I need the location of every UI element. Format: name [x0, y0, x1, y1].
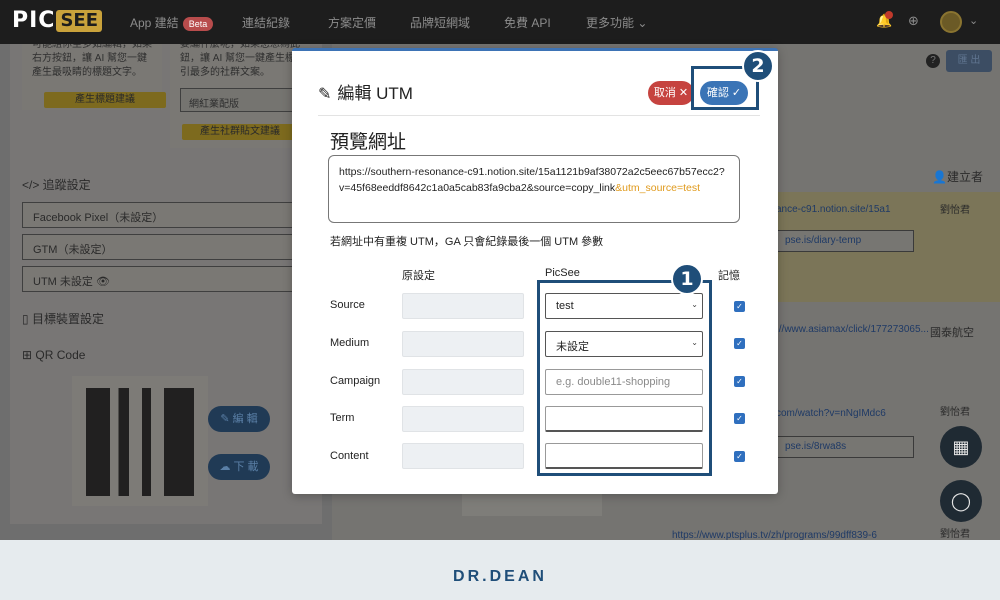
- nav-free-api[interactable]: 免費 API: [504, 14, 551, 31]
- term-label: Term: [330, 412, 355, 424]
- original-column-header: 原設定: [402, 270, 435, 282]
- annotation-box-picsee-fields: [537, 280, 712, 476]
- qr-download-button[interactable]: ☁ 下 載: [208, 454, 270, 480]
- ai-title-text-1: 可能組你至多如編輯，如果: [32, 44, 152, 50]
- user-menu-chevron-icon[interactable]: ⌄: [969, 14, 978, 27]
- row3-short-url[interactable]: pse.is/8rwa8s: [776, 436, 914, 458]
- nav-pricing[interactable]: 方案定價: [328, 14, 376, 31]
- row4-long-url[interactable]: https://www.ptsplus.tv/zh/programs/99dff…: [672, 530, 877, 540]
- content-original-field: [402, 443, 524, 469]
- row3-long-url[interactable]: com/watch?v=nNgIMdc6: [776, 408, 886, 419]
- globe-icon[interactable]: ⊕: [908, 13, 919, 29]
- remember-column-header: 記憶: [718, 270, 740, 282]
- qr-code-heading: ⊞ QR Code: [22, 348, 85, 362]
- user-icon: 👤: [932, 170, 947, 184]
- preview-url-heading: 預覽網址: [330, 132, 407, 153]
- creator-column-header: 👤建立者: [932, 168, 983, 185]
- ai-title-card: 可能組你至多如編輯，如果 右方按鈕，讓 AI 幫您一鍵 產生最吸睛的標題文字。 …: [22, 44, 166, 110]
- nav-app-link[interactable]: App 建結 Beta: [130, 14, 214, 31]
- footer: DR.DEAN: [0, 540, 1000, 600]
- gtm-field[interactable]: GTM（未設定）: [22, 234, 312, 260]
- notification-dot: [885, 11, 893, 19]
- qr-download-label: 下 載: [233, 461, 259, 473]
- logo-see-text: SEE: [56, 10, 103, 32]
- device-settings-label: 目標裝置設定: [31, 312, 104, 326]
- utm-field[interactable]: UTM 未設定 👁: [22, 266, 312, 292]
- qr-code-container: [72, 376, 208, 506]
- help-icon[interactable]: ?: [926, 54, 940, 68]
- content-remember-checkbox[interactable]: ✓: [734, 451, 745, 462]
- row1-long-url[interactable]: ance-c91.notion.site/15a1: [776, 204, 891, 215]
- modal-divider: [318, 115, 760, 116]
- top-navbar: PIC SEE App 建結 Beta 連結紀錄 方案定價 品牌短網域 免費 AP…: [0, 0, 1000, 44]
- beta-badge: Beta: [182, 17, 214, 31]
- avatar[interactable]: [940, 11, 962, 33]
- campaign-original-field: [402, 369, 524, 395]
- device-settings-heading: ▯ 目標裝置設定: [22, 310, 104, 327]
- campaign-remember-checkbox[interactable]: ✓: [734, 376, 745, 387]
- row2-creator: 國泰航空: [930, 327, 974, 339]
- modal-title-label: 編輯 UTM: [337, 84, 413, 103]
- download-icon: ☁: [219, 461, 234, 473]
- row3-creator: 劉怡君: [940, 407, 970, 418]
- qr-icon: ⊞: [22, 348, 36, 362]
- ai-social-card: 要編什麼呢，如果您想為此 鈕，讓 AI 幫您一鍵產生標 引最多的社群文案。 網紅…: [170, 44, 310, 148]
- generate-social-button[interactable]: 產生社群貼文建議: [182, 124, 298, 140]
- content-label: Content: [330, 450, 369, 462]
- medium-remember-checkbox[interactable]: ✓: [734, 338, 745, 349]
- medium-label: Medium: [330, 337, 370, 349]
- source-original-field: [402, 293, 524, 319]
- nav-brand-domain[interactable]: 品牌短網域: [410, 14, 470, 31]
- utm-duplicate-note: 若網址中有重複 UTM，GA 只會紀錄最後一個 UTM 參數: [330, 236, 604, 248]
- cancel-button[interactable]: 取消 ✕: [648, 81, 694, 105]
- preview-url-utm: &utm_source=test: [615, 182, 701, 194]
- annotation-badge-1: 1: [671, 263, 703, 295]
- nav-app-label: App 建結: [130, 16, 179, 30]
- export-button[interactable]: 匯 出: [946, 50, 992, 72]
- row1-short-url[interactable]: pse.is/diary-temp: [776, 230, 914, 252]
- edit-square-icon: ✎: [318, 86, 332, 103]
- source-label: Source: [330, 299, 365, 311]
- nav-link-records[interactable]: 連結紀錄: [242, 14, 290, 31]
- term-original-field: [402, 406, 524, 432]
- row2-long-url[interactable]: ://www.asiamax/click/177273065...: [776, 324, 929, 335]
- nav-more-features[interactable]: 更多功能 ⌄: [586, 14, 647, 31]
- qr-edit-button[interactable]: ✎ 編 輯: [208, 406, 270, 432]
- social-style-select[interactable]: 網紅業配版: [180, 88, 300, 112]
- creator-header-label: 建立者: [946, 170, 983, 184]
- ai-social-text-2: 鈕，讓 AI 幫您一鍵產生標: [180, 53, 296, 64]
- logo-pic-text: PIC: [12, 8, 56, 33]
- edit-icon: ✎: [220, 413, 233, 425]
- row4-creator: 劉怡君: [940, 529, 970, 540]
- chat-fab-icon[interactable]: ◯: [940, 480, 982, 522]
- phone-icon: ▯: [22, 312, 32, 326]
- picsee-column-header: PicSee: [545, 267, 580, 279]
- term-remember-checkbox[interactable]: ✓: [734, 413, 745, 424]
- medium-original-field: [402, 331, 524, 357]
- picsee-logo[interactable]: PIC SEE: [12, 8, 103, 33]
- chevron-down-icon: ⌄: [637, 16, 648, 30]
- ai-social-text-3: 引最多的社群文案。: [180, 67, 270, 78]
- nav-more-label: 更多功能: [586, 16, 635, 30]
- facebook-pixel-field[interactable]: Facebook Pixel（未設定）: [22, 202, 312, 228]
- calendar-fab-icon[interactable]: ▦: [940, 426, 982, 468]
- ai-title-text-3: 產生最吸睛的標題文字。: [32, 67, 142, 78]
- tracking-settings-heading: </> 追蹤設定: [22, 178, 91, 192]
- generate-title-button[interactable]: 產生標題建議: [44, 92, 166, 108]
- qr-code-image: [86, 388, 194, 496]
- qr-code-label: QR Code: [35, 348, 86, 362]
- ai-social-text-1: 要編什麼呢，如果您想為此: [180, 44, 300, 50]
- source-remember-checkbox[interactable]: ✓: [734, 301, 745, 312]
- modal-title: ✎ 編輯 UTM: [318, 79, 413, 104]
- brand-logo: DR.DEAN: [453, 568, 547, 585]
- preview-url-box: https://southern-resonance-c91.notion.si…: [328, 155, 740, 223]
- annotation-badge-2: 2: [742, 50, 774, 82]
- left-panel: 可能組你至多如編輯，如果 右方按鈕，讓 AI 幫您一鍵 產生最吸睛的標題文字。 …: [10, 44, 322, 524]
- campaign-label: Campaign: [330, 375, 381, 387]
- qr-edit-label: 編 輯: [232, 413, 258, 425]
- ai-title-text-2: 右方按鈕，讓 AI 幫您一鍵: [32, 53, 148, 64]
- row1-creator: 劉怡君: [940, 205, 970, 216]
